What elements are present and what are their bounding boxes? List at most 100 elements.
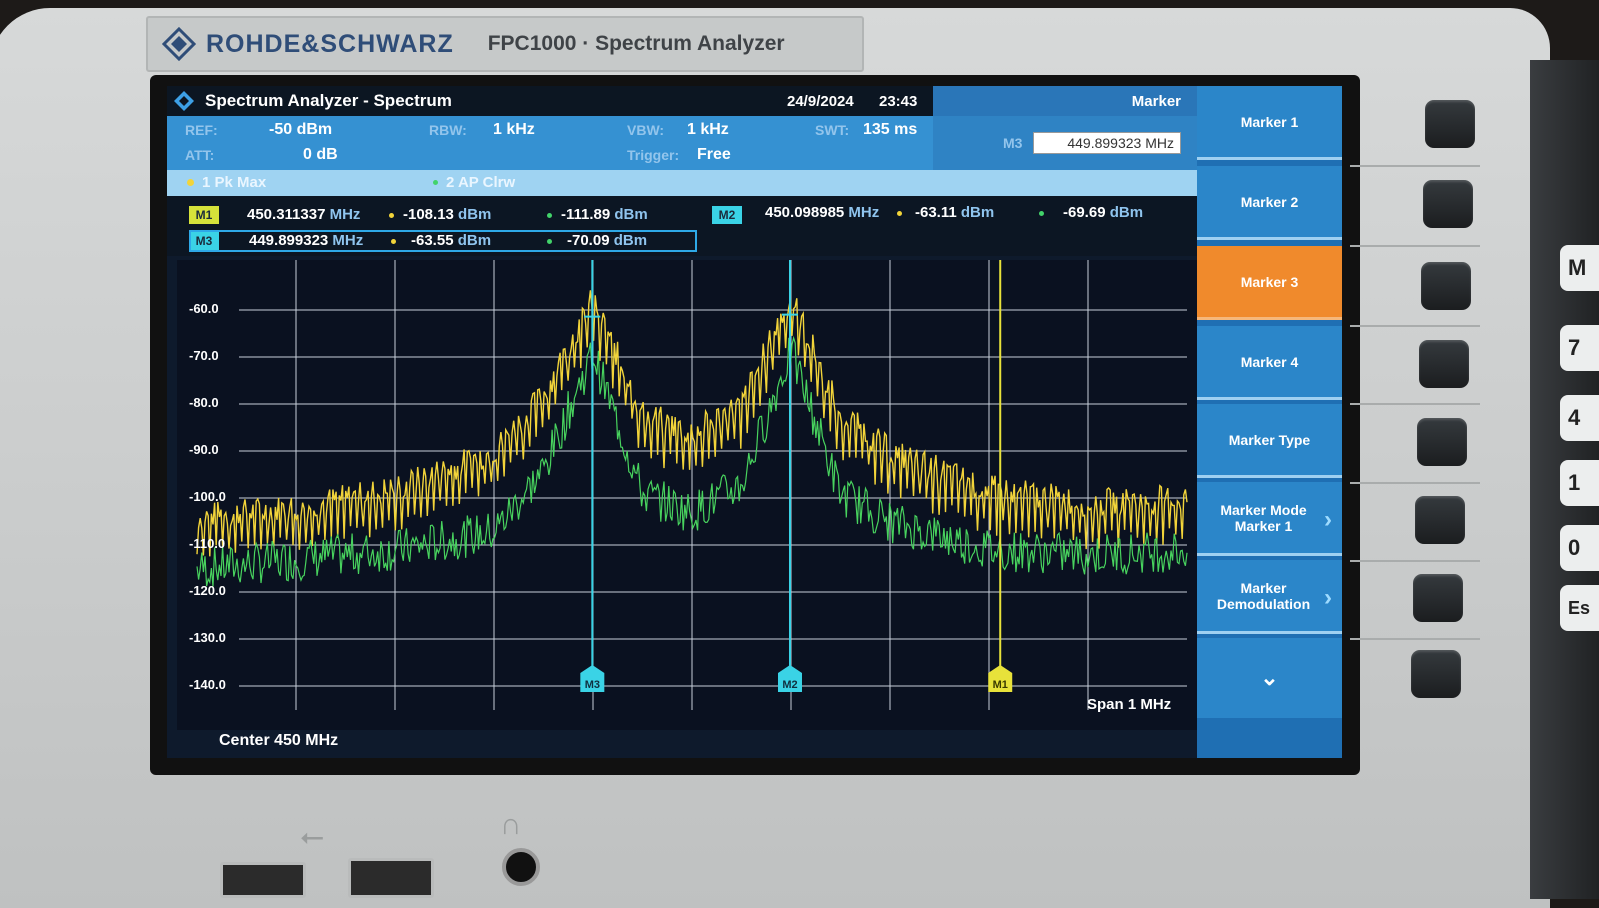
marker-3-trace1-unit: dBm (457, 232, 492, 249)
softkey-marker-3-label: Marker 3 (1240, 273, 1299, 290)
trace-2-label: 2 AP Clrw (446, 174, 516, 191)
hw-softkey-1[interactable] (1425, 100, 1475, 148)
marker-m2-flag-label: M2 (782, 679, 797, 691)
headphone-jack (502, 848, 540, 886)
usb-port-1 (220, 862, 306, 898)
trace-1-info[interactable]: 1 Pk Max (187, 174, 266, 191)
marker-1-trace2-dot (547, 213, 552, 218)
marker-3-trace2-value: -70.09 (567, 232, 610, 249)
y-tick-label: -130.0 (189, 630, 226, 645)
softkey-menu-title: Marker (933, 86, 1197, 116)
sweep-time-value[interactable]: 135 ms (863, 121, 917, 139)
rbw-value[interactable]: 1 kHz (493, 121, 535, 139)
softkey-marker-1[interactable]: Marker 1 (1197, 86, 1342, 160)
hw-softkey-4[interactable] (1419, 340, 1469, 388)
span-label[interactable]: Span 1 MHz (1087, 696, 1171, 713)
marker-3-freq-value: 449.899323 (249, 232, 329, 249)
softkey-marker-mode[interactable]: Marker Mode Marker 1 › (1197, 482, 1342, 556)
y-tick-label: -80.0 (189, 395, 219, 410)
marker-1-trace2-unit: dBm (614, 206, 648, 223)
hw-softkey-2[interactable] (1423, 180, 1473, 228)
rohde-schwarz-logo-icon (162, 27, 196, 61)
vbw-value[interactable]: 1 kHz (687, 121, 729, 139)
attenuation-label: ATT: (185, 147, 215, 163)
trace-1-label: 1 Pk Max (202, 174, 267, 191)
ref-level-label: REF: (185, 122, 218, 138)
marker-2-freq-value: 450.098985 (765, 204, 845, 221)
y-tick-label: -90.0 (189, 442, 219, 457)
divider (1350, 165, 1480, 167)
softkey-marker-4[interactable]: Marker 4 (1197, 326, 1342, 400)
keypad-key-7[interactable]: 7 (1560, 325, 1599, 371)
marker-3-freq-unit: MHz (332, 232, 364, 249)
softkey-marker-type[interactable]: Marker Type (1197, 404, 1342, 478)
y-tick-label: -60.0 (189, 301, 219, 316)
chevron-right-icon: › (1324, 584, 1332, 611)
marker-1-trace2-value: -111.89 (561, 206, 611, 223)
trace-info-bar: 1 Pk Max 2 AP Clrw (167, 170, 1197, 196)
hw-softkey-3[interactable] (1421, 262, 1471, 310)
y-tick-label: -120.0 (189, 583, 226, 598)
hw-softkey-5[interactable] (1417, 418, 1467, 466)
keypad-key-0[interactable]: 0 (1560, 525, 1599, 571)
softkey-more[interactable]: ⌄ (1197, 638, 1342, 718)
marker-1-trace1-level: -108.13 dBm (403, 206, 491, 223)
usb-port-2 (348, 858, 434, 898)
keypad-key-esc[interactable]: Es (1560, 585, 1599, 631)
y-tick-label: -70.0 (189, 348, 219, 363)
ref-level-value[interactable]: -50 dBm (269, 121, 332, 139)
marker-m3-flag-label: M3 (585, 679, 600, 691)
window-title: Spectrum Analyzer - Spectrum (205, 91, 452, 110)
trace-2-color-dot (433, 180, 438, 185)
keypad-key-4[interactable]: 4 (1560, 395, 1599, 441)
keypad-key-m[interactable]: M (1560, 245, 1599, 291)
marker-1-freq-unit: MHz (329, 206, 361, 223)
marker-2-trace2-unit: dBm (1109, 204, 1144, 221)
trace-2-info[interactable]: 2 AP Clrw (433, 174, 515, 191)
analyzer-screen: Spectrum Analyzer - Spectrum 24/9/2024 2… (167, 86, 1342, 758)
keypad-key-1[interactable]: 1 (1560, 460, 1599, 506)
divider (1350, 403, 1480, 405)
marker-3-trace2-unit: dBm (613, 232, 648, 249)
hw-softkey-6[interactable] (1415, 496, 1465, 544)
hw-softkey-8[interactable] (1411, 650, 1461, 698)
softkey-marker-mode-label: Marker Mode Marker 1 (1220, 501, 1307, 534)
marker-1-trace1-unit: dBm (458, 206, 492, 223)
softkey-marker-3[interactable]: Marker 3 (1197, 246, 1342, 320)
marker-2-frequency: 450.098985 MHz (765, 204, 879, 221)
hw-softkey-7[interactable] (1413, 574, 1463, 622)
spectrum-plot-svg[interactable]: M1 M2 M3 (177, 260, 1197, 730)
rbw-label: RBW: (429, 122, 467, 138)
vbw-label: VBW: (627, 122, 665, 138)
marker-1-trace1-value: -108.13 (403, 206, 454, 223)
attenuation-value[interactable]: 0 dB (303, 146, 338, 164)
divider (1350, 325, 1480, 327)
measurement-params: REF: -50 dBm ATT: 0 dB RBW: 1 kHz VBW: 1… (167, 116, 933, 170)
date-display: 24/9/2024 (787, 92, 854, 110)
softkey-marker-demodulation[interactable]: Marker Demodulation › (1197, 560, 1342, 634)
trigger-value[interactable]: Free (697, 146, 731, 164)
app-logo-icon (174, 91, 194, 111)
sweep-time-label: SWT: (815, 122, 850, 138)
y-tick-label: -110.0 (189, 536, 226, 551)
marker-1-frequency: 450.311337 MHz (247, 206, 360, 223)
marker-m1-flag-label: M1 (993, 679, 1008, 691)
marker-3-trace1-dot (391, 239, 396, 244)
divider (1350, 638, 1480, 640)
softkey-marker-2[interactable]: Marker 2 (1197, 166, 1342, 240)
marker-2-trace1-dot (897, 211, 902, 216)
spectrum-graph[interactable]: M1 M2 M3 -60.0 -70.0 -80.0 -90.0 -100.0 -1… (177, 260, 1197, 730)
marker-table: M1 450.311337 MHz -108.13 dBm -111.89 dB… (167, 196, 1197, 256)
chevron-down-icon: ⌄ (1260, 665, 1279, 690)
marker-1-freq-value: 450.311337 (247, 206, 326, 223)
marker-3-trace1-value: -63.55 (411, 232, 454, 249)
marker-3-trace1-level: -63.55 dBm (411, 232, 491, 249)
marker-2-freq-unit: MHz (848, 204, 880, 221)
headphone-icon: ∩ (500, 808, 522, 841)
trigger-label: Trigger: (627, 147, 680, 163)
marker-3-frequency: 449.899323 MHz (249, 232, 363, 249)
center-frequency-label[interactable]: Center 450 MHz (219, 732, 338, 750)
marker-frequency-input[interactable]: 449.899323 MHz (1033, 132, 1181, 154)
time-display: 23:43 (879, 92, 918, 110)
marker-2-trace1-level: -63.11 dBm (915, 204, 994, 221)
